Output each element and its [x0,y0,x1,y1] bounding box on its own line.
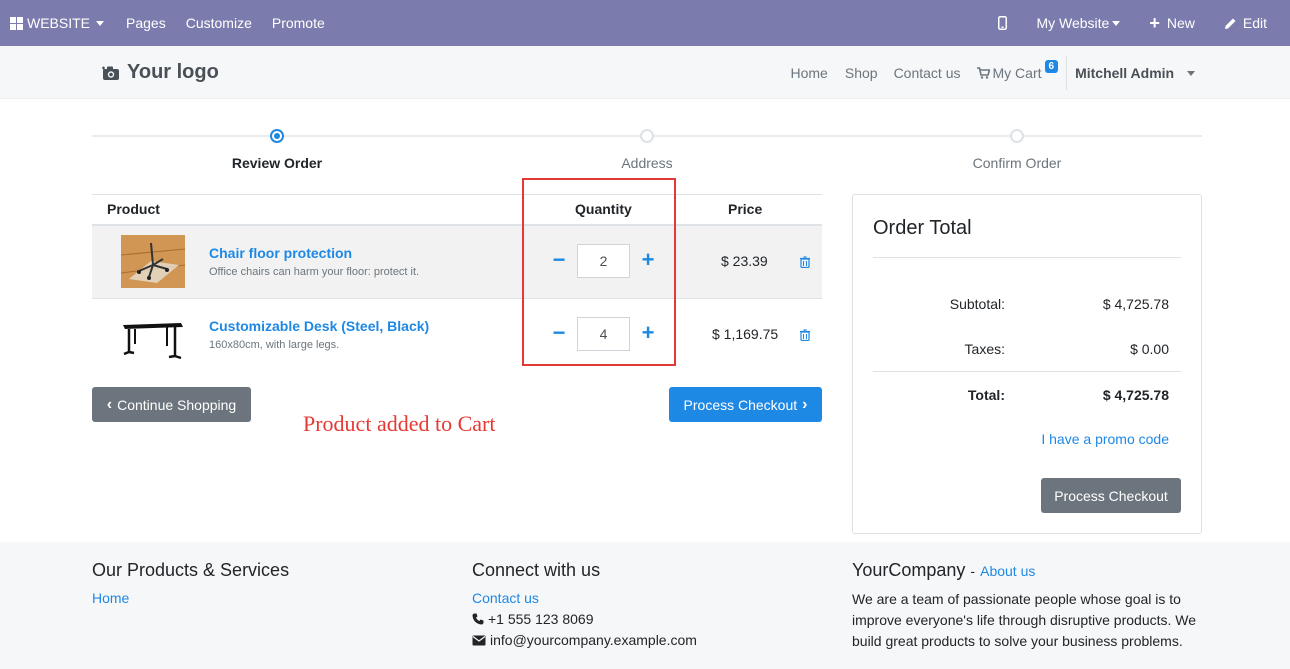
divider [873,257,1181,258]
company-name: YourCompany [852,560,966,580]
user-name: Mitchell Admin [1075,64,1175,81]
footer-contact-link[interactable]: Contact us [472,590,539,606]
mobile-preview-button[interactable] [998,16,1008,30]
about-us-link[interactable]: About us [980,563,1035,579]
my-website-label: My Website [1036,15,1110,31]
email-address: info@yourcompany.example.com [490,632,697,648]
edit-label: Edit [1242,15,1267,31]
trash-icon[interactable] [799,329,811,341]
cart-label: My Cart [992,64,1042,81]
nav-contact[interactable]: Contact us [894,65,961,81]
header-price: Price [728,201,763,217]
order-total-card: Order Total Subtotal: $ 4,725.78 Taxes: … [852,194,1202,534]
divider [873,371,1181,372]
product-price: $ 1,169.75 [712,326,779,342]
trash-icon[interactable] [799,256,811,268]
admin-bar: WEBSITE Pages Customize Promote My Websi… [0,0,1290,46]
mobile-icon [998,16,1008,30]
subtotal-label: Subtotal: [949,296,1005,312]
website-menu[interactable]: WEBSITE [10,15,105,31]
logo-text: Your logo [127,61,219,83]
website-menu-label: WEBSITE [27,15,91,31]
table-row: Customizable Desk (Steel, Black) 160x80c… [92,299,822,372]
pages-menu[interactable]: Pages [126,15,166,31]
header-product: Product [107,201,160,217]
caret-down-icon [96,20,105,26]
company-description: We are a team of passionate people whose… [852,591,1197,649]
step-review-dot [270,129,284,143]
order-total-title: Order Total [873,217,972,239]
continue-shopping-button[interactable]: ‹ Continue Shopping [92,387,251,422]
user-menu[interactable]: Mitchell Admin [1075,65,1195,81]
plus-icon: + [1149,13,1160,33]
nav-divider [1066,55,1068,90]
nav-my-cart[interactable]: My Cart 6 [976,60,1059,81]
product-description: Office chairs can harm your floor: prote… [209,266,420,278]
total-value: $ 4,725.78 [1102,387,1169,403]
site-header: Your logo Home Shop Contact us My Cart 6… [0,46,1290,99]
process-checkout-label: Process Checkout [683,396,798,413]
chevron-left-icon: ‹ [106,395,113,413]
footer-phone: +1 555 123 8069 [472,611,594,627]
process-checkout-button[interactable]: Process Checkout › [669,387,822,422]
my-website-menu[interactable]: My Website [1036,15,1121,31]
promote-menu[interactable]: Promote [272,15,325,31]
chair-mat-image[interactable] [121,235,185,288]
phone-number: +1 555 123 8069 [488,611,594,627]
site-logo[interactable]: Your logo [102,61,219,84]
main-nav: Home Shop Contact us My Cart 6 Mitchell … [791,46,1195,99]
new-button[interactable]: + New [1149,13,1195,33]
step-confirm-dot [1010,129,1024,143]
footer-connect-title: Connect with us [472,560,601,580]
desk-image[interactable] [121,308,185,361]
phone-icon [472,613,484,625]
promo-code-link[interactable]: I have a promo code [1041,431,1169,447]
customize-menu[interactable]: Customize [186,15,252,31]
camera-icon [102,66,119,80]
product-name-link[interactable]: Customizable Desk (Steel, Black) [209,318,429,334]
subtotal-value: $ 4,725.78 [1102,296,1169,312]
quantity-highlight-box [522,178,676,366]
product-name-link[interactable]: Chair floor protection [209,245,352,261]
continue-shopping-label: Continue Shopping [117,396,237,413]
table-top-border [92,194,822,195]
footer-home-link[interactable]: Home [92,590,129,606]
step-confirm-order: Confirm Order [972,155,1062,171]
product-price: $ 23.39 [721,253,768,269]
footer-email: info@yourcompany.example.com [472,632,697,648]
site-footer: Our Products & Services Home Connect wit… [0,542,1290,669]
caret-down-icon [1187,71,1195,77]
cart-icon [976,66,990,79]
pencil-icon [1224,18,1236,29]
edit-button[interactable]: Edit [1224,15,1267,31]
footer-products-title: Our Products & Services [92,560,290,580]
taxes-value: $ 0.00 [1130,341,1169,357]
nav-home[interactable]: Home [791,65,828,81]
step-address-dot [640,129,654,143]
caret-down-icon [1112,20,1121,26]
nav-shop[interactable]: Shop [845,65,878,81]
new-label: New [1166,15,1195,31]
footer-company-title: YourCompany - About us [852,560,1035,581]
step-review-order: Review Order [231,155,323,171]
card-process-checkout-button[interactable]: Process Checkout [1041,478,1181,513]
title-separator: - [970,563,976,579]
cart-count-badge: 6 [1044,60,1059,73]
chevron-right-icon: › [802,395,808,413]
product-description: 160x80cm, with large legs. [209,339,340,351]
taxes-label: Taxes: [964,341,1005,357]
total-label: Total: [967,387,1005,403]
annotation-text: Product added to Cart [303,411,496,436]
envelope-icon [472,635,486,645]
apps-grid-icon [10,16,23,30]
step-address: Address [621,155,673,171]
table-row: Chair floor protection Office chairs can… [92,226,822,299]
